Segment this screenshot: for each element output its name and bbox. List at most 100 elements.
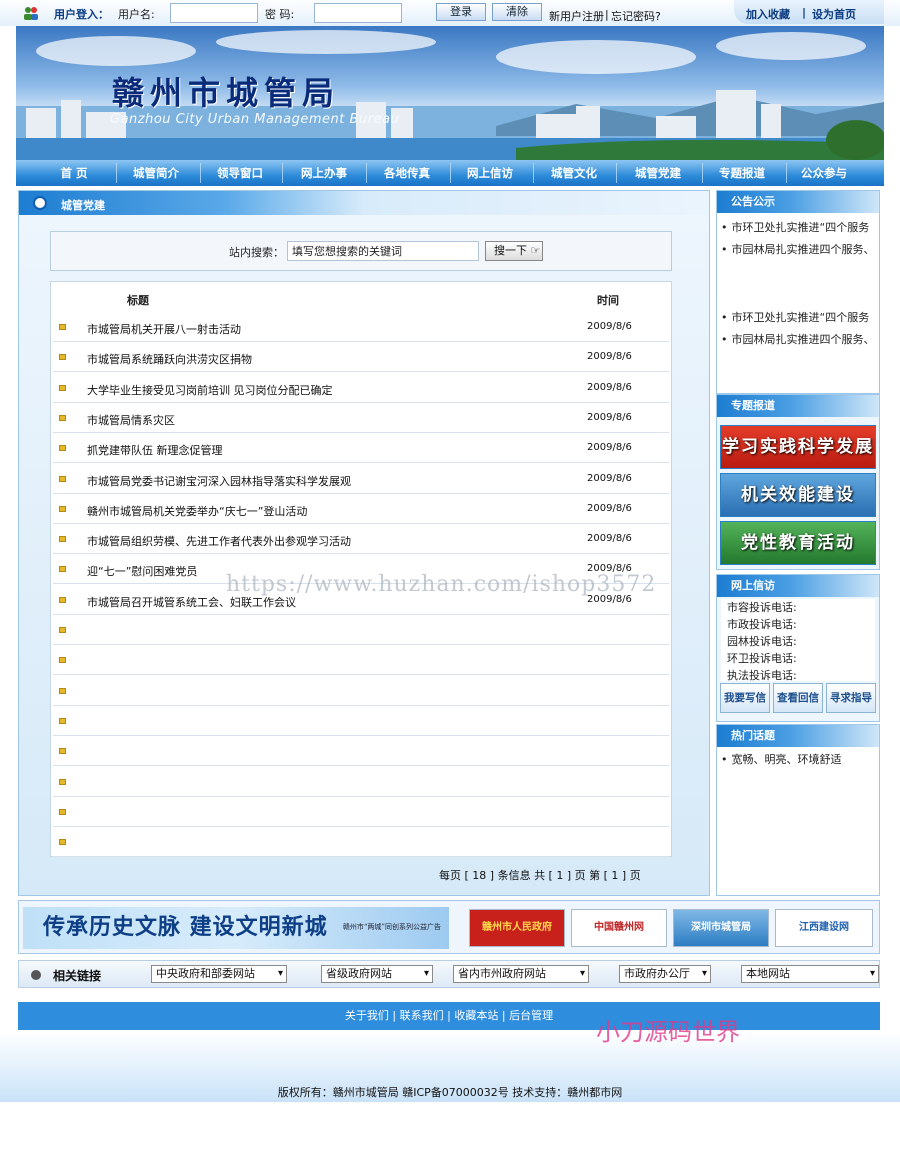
forgot-password-link[interactable]: 忘记密码?: [611, 8, 661, 24]
row-date: 2009/8/6: [587, 442, 632, 454]
row-title[interactable]: 市城管局机关开展八一射击活动: [87, 321, 241, 337]
phone-label: 执法投诉电话:: [727, 669, 797, 682]
about-link[interactable]: 关于我们: [345, 1009, 389, 1022]
row-title[interactable]: 赣州市城管局机关党委举办“庆七一”登山活动: [87, 503, 307, 519]
local-sites-select[interactable]: 本地网站: [741, 965, 879, 983]
city-gov-select[interactable]: 省内市州政府网站: [453, 965, 589, 983]
password-input[interactable]: [314, 3, 402, 23]
promo-party-education[interactable]: 党性教育活动: [720, 521, 876, 565]
ad-strip: 传承历史文脉 建设文明新城 赣州市“两城”同创系列公益广告 赣州市人民政府 中国…: [18, 900, 880, 954]
phone-label: 园林投诉电话:: [727, 635, 797, 648]
bullet-icon: [59, 839, 66, 846]
related-links: 相关链接 中央政府和部委网站 省级政府网站 省内市州政府网站 市政府办公厅 本地…: [18, 960, 880, 988]
contact-link[interactable]: 联系我们: [400, 1009, 444, 1022]
table-row[interactable]: 市城管局情系灾区 2009/8/6: [53, 403, 669, 433]
login-button[interactable]: 登录: [436, 3, 486, 21]
office-select[interactable]: 市政府办公厅: [619, 965, 711, 983]
nav-culture[interactable]: 城管文化: [538, 160, 610, 186]
pagination: 每页 [ 18 ] 条信息 共 [ 1 ] 页 第 [ 1 ] 页: [439, 869, 641, 882]
table-row[interactable]: 抓党建带队伍 新理念促管理 2009/8/6: [53, 433, 669, 464]
bullet-icon: [59, 384, 66, 391]
provincial-gov-select[interactable]: 省级政府网站: [321, 965, 433, 983]
site-search: 站内搜索： 搜一下 ☞: [50, 231, 672, 271]
table-row[interactable]: [53, 676, 669, 706]
row-date: 2009/8/6: [587, 533, 632, 545]
login-separator: |: [605, 8, 609, 21]
write-letter-button[interactable]: 我要写信: [720, 683, 770, 713]
gdn-ad[interactable]: 中国赣州网: [571, 909, 667, 947]
table-row[interactable]: 大学毕业生接受见习岗前培训 见习岗位分配已确定 2009/8/6: [53, 373, 669, 403]
table-row[interactable]: 赣州市城管局机关党委举办“庆七一”登山活动 2009/8/6: [53, 494, 669, 524]
gov-ad[interactable]: 赣州市人民政府: [469, 909, 565, 947]
row-title[interactable]: 市城管局党委书记谢宝河深入园林指导落实科学发展观: [87, 473, 351, 489]
bookmark-link[interactable]: 收藏本站: [454, 1009, 498, 1022]
hot-topic-item[interactable]: 宽畅、明亮、环境舒适: [717, 751, 879, 767]
nav-online-petition[interactable]: 网上信访: [454, 160, 526, 186]
search-input[interactable]: [287, 241, 479, 261]
nav-party[interactable]: 城管党建: [622, 160, 694, 186]
notice-item[interactable]: 市园林局扎实推进四个服务、: [717, 331, 879, 353]
petition-panel: 网上信访 市容投诉电话: 市政投诉电话: 园林投诉电话: 环卫投诉电话: 执法投…: [716, 574, 880, 722]
top-right-links: 加入收藏 | 设为首页: [734, 0, 884, 24]
table-row[interactable]: [53, 827, 669, 858]
bullet-icon: [59, 778, 66, 785]
top-bar: 用户登入： 用户名: 密 码: 登录 清除 新用户注册 | 忘记密码? 加入收藏…: [0, 0, 900, 26]
table-row[interactable]: [53, 736, 669, 767]
notice-item[interactable]: 市环卫处扎实推进“四个服务: [717, 309, 879, 331]
table-row[interactable]: [53, 706, 669, 736]
nav-local-fax[interactable]: 各地传真: [371, 160, 443, 186]
admin-link[interactable]: 后台管理: [509, 1009, 553, 1022]
nav-leaders[interactable]: 领导窗口: [204, 160, 276, 186]
jx-ad[interactable]: 江西建设网: [775, 909, 873, 947]
bullet-icon: [59, 808, 66, 815]
nav-public[interactable]: 公众参与: [788, 160, 860, 186]
add-favorite-link[interactable]: 加入收藏: [746, 6, 790, 22]
central-gov-select[interactable]: 中央政府和部委网站: [151, 965, 287, 983]
clear-button[interactable]: 清除: [492, 3, 542, 21]
seek-guidance-button[interactable]: 寻求指导: [826, 683, 876, 713]
nav-about[interactable]: 城管简介: [120, 160, 192, 186]
table-row[interactable]: [53, 615, 669, 645]
nav-online-service[interactable]: 网上办事: [288, 160, 360, 186]
table-row[interactable]: [53, 767, 669, 797]
nav-special[interactable]: 专题报道: [706, 160, 778, 186]
row-title[interactable]: 迎“七一”慰问困难党员: [87, 563, 197, 579]
row-title[interactable]: 大学毕业生接受见习岗前培训 见习岗位分配已确定: [87, 382, 333, 398]
cursor-icon: ☞: [530, 244, 541, 257]
bullet-icon: [59, 657, 66, 664]
table-row[interactable]: 市城管局组织劳模、先进工作者代表外出参观学习活动 2009/8/6: [53, 524, 669, 555]
section-header: 城管党建: [19, 191, 709, 215]
table-row[interactable]: [53, 645, 669, 676]
table-row[interactable]: 市城管局党委书记谢宝河深入园林指导落实科学发展观 2009/8/6: [53, 464, 669, 494]
row-title[interactable]: 市城管局情系灾区: [87, 412, 175, 428]
view-reply-button[interactable]: 查看回信: [773, 683, 823, 713]
notice-item[interactable]: 市园林局扎实推进四个服务、: [717, 241, 879, 309]
row-date: 2009/8/6: [587, 321, 632, 332]
table-row[interactable]: 市城管局机关开展八一射击活动 2009/8/6: [53, 312, 669, 342]
promo-efficiency[interactable]: 机关效能建设: [720, 473, 876, 517]
row-title[interactable]: 市城管局组织劳模、先进工作者代表外出参观学习活动: [87, 533, 351, 549]
username-input[interactable]: [170, 3, 258, 23]
table-row[interactable]: [53, 797, 669, 827]
main-ad-caption: 赣州市“两城”同创系列公益广告: [342, 923, 441, 931]
sz-ad[interactable]: 深圳市城管局: [673, 909, 769, 947]
related-links-title: 相关链接: [53, 969, 102, 983]
set-homepage-link[interactable]: 设为首页: [812, 6, 856, 22]
row-title[interactable]: 抓党建带队伍 新理念促管理: [87, 442, 223, 458]
search-button-label: 搜一下: [494, 244, 527, 257]
notice-title: 公告公示: [717, 191, 879, 213]
bullet-icon: [59, 505, 66, 512]
table-row[interactable]: 市城管局系统踊跃向洪涝灾区捐物 2009/8/6: [53, 342, 669, 373]
row-title[interactable]: 市城管局系统踊跃向洪涝灾区捐物: [87, 351, 252, 367]
search-button[interactable]: 搜一下 ☞: [485, 241, 543, 261]
banner-title: 赣州市城管局: [112, 74, 341, 112]
bullet-icon: [59, 354, 66, 361]
main-ad-banner[interactable]: 传承历史文脉 建设文明新城 赣州市“两城”同创系列公益广告: [23, 907, 449, 949]
notice-item[interactable]: 市环卫处扎实推进“四个服务: [717, 219, 879, 241]
register-link[interactable]: 新用户注册: [549, 8, 604, 24]
nav-home[interactable]: 首 页: [38, 160, 110, 186]
promo-science[interactable]: 学习实践科学发展观: [720, 425, 876, 499]
article-table: 标题 时间 市城管局机关开展八一射击活动 2009/8/6 市城管局系统踊跃向洪涝灾…: [50, 281, 672, 858]
bullet-icon: [59, 414, 66, 421]
phone-label: 市政投诉电话:: [727, 618, 797, 631]
